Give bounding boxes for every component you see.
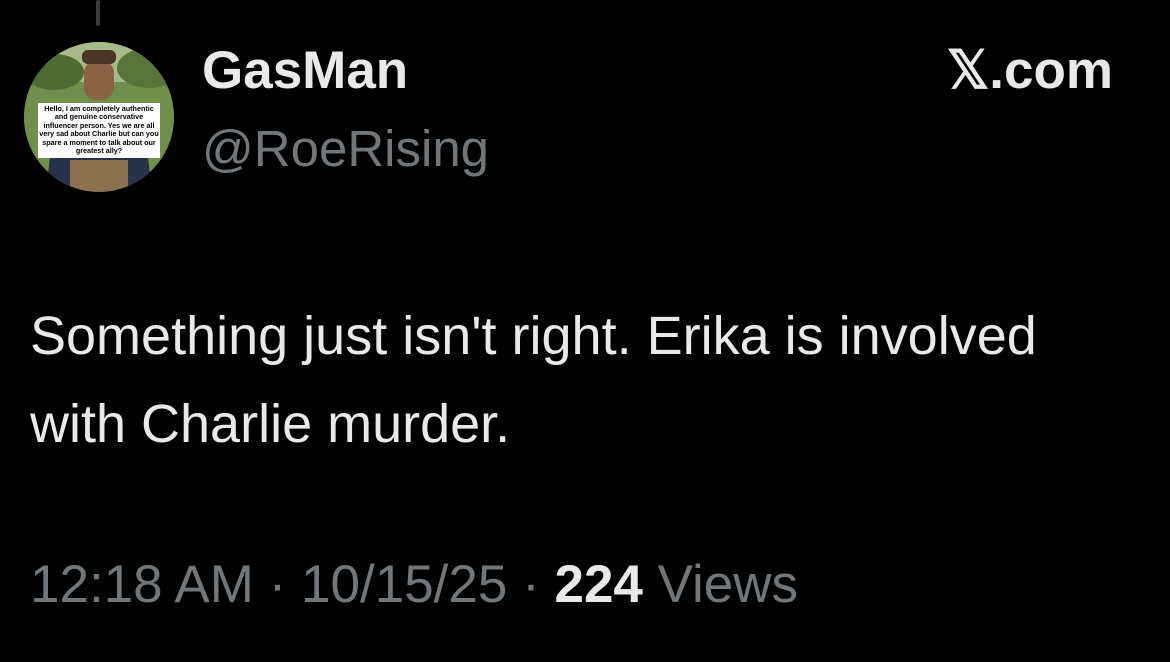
meta-separator: · <box>253 555 302 614</box>
avatar[interactable]: Hello, I am completely authentic and gen… <box>24 42 174 192</box>
author-handle[interactable]: @RoeRising <box>202 118 489 180</box>
tweet-text: Something just isn't right. Erika is inv… <box>30 306 1037 454</box>
tweet-time[interactable]: 12:18 AM <box>30 555 254 614</box>
avatar-caption: Hello, I am completely authentic and gen… <box>38 103 160 159</box>
author-display-name[interactable]: GasMan <box>202 40 408 102</box>
views-count[interactable]: 224 <box>554 555 642 614</box>
x-logo-watermark: 𝕏.com <box>946 41 1113 100</box>
tweet-metadata: 12:18 AM · 10/15/25 · 224 Views <box>30 554 798 616</box>
thread-connector-line <box>96 0 100 26</box>
views-label: Views <box>642 555 799 614</box>
meta-separator: · <box>507 555 555 614</box>
tweet-date[interactable]: 10/15/25 <box>301 555 507 614</box>
